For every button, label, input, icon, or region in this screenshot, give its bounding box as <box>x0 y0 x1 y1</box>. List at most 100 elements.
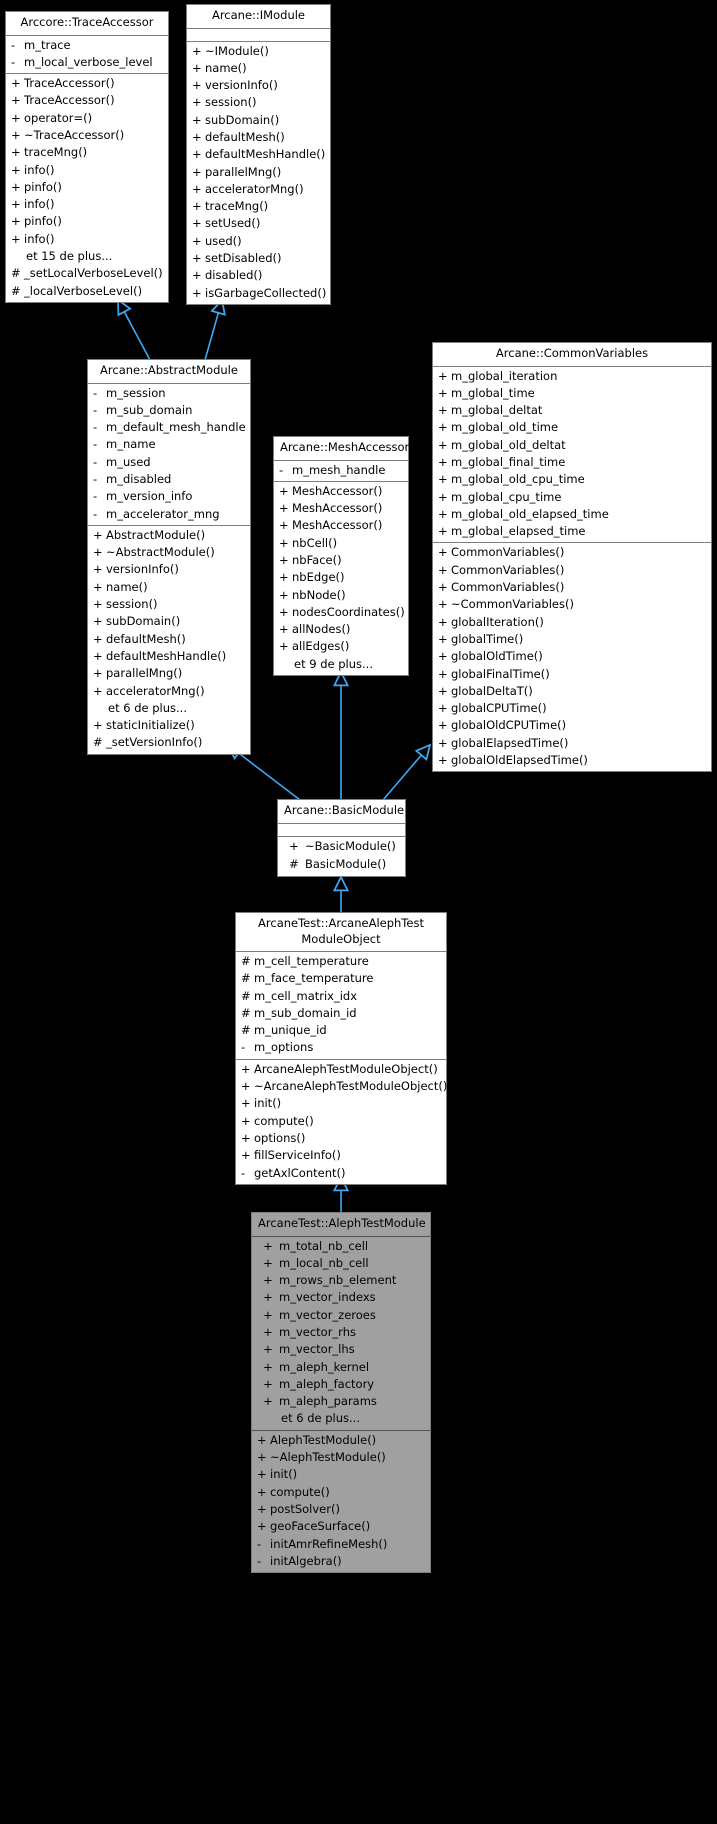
member-name: getAxlContent() <box>254 1165 346 1180</box>
member-row: - m_name <box>88 436 250 453</box>
member-row: + globalDeltaT() <box>433 683 711 700</box>
class-box-abstract-module[interactable]: Arcane::AbstractModule - m_session - m_sub_… <box>87 359 251 755</box>
visibility-marker: + <box>263 1324 273 1339</box>
member-name: m_global_old_deltat <box>451 437 566 452</box>
member-row: - m_mesh_handle <box>274 462 408 479</box>
visibility-marker: + <box>438 489 448 504</box>
member-row: + globalTime() <box>433 631 711 648</box>
member-row: + defaultMesh() <box>88 631 250 648</box>
member-row: + session() <box>88 596 250 613</box>
visibility-marker: + <box>279 587 289 602</box>
visibility-marker: + <box>241 1096 251 1111</box>
visibility-marker: # <box>93 735 103 750</box>
member-row: + ~BasicModule() <box>278 838 405 856</box>
member-row: + MeshAccessor() <box>274 483 408 500</box>
member-name: ~AlephTestModule() <box>270 1450 386 1465</box>
member-name: defaultMesh() <box>205 129 285 144</box>
member-name: info() <box>24 231 55 246</box>
member-row: + CommonVariables() <box>433 562 711 579</box>
member-row: + nbCell() <box>274 535 408 552</box>
member-name: m_global_old_time <box>451 420 559 435</box>
visibility-marker: + <box>11 231 21 246</box>
member-name: globalOldCPUTime() <box>451 718 567 733</box>
member-row: + MeshAccessor() <box>274 500 408 517</box>
visibility-marker: + <box>192 199 202 214</box>
class-box-imodule[interactable]: Arcane::IModule + ~IModule() + name() + versi… <box>186 4 331 305</box>
member-row: + m_aleph_kernel <box>252 1359 430 1376</box>
operations-section: + TraceAccessor() + TraceAccessor() + operato… <box>6 73 168 302</box>
visibility-marker: + <box>11 145 21 160</box>
visibility-marker: + <box>192 60 202 75</box>
member-name: et 6 de plus... <box>281 1411 360 1426</box>
member-row: + nodesCoordinates() <box>274 604 408 621</box>
member-row: + info() <box>6 196 168 213</box>
visibility-marker: + <box>279 535 289 550</box>
member-name: m_aleph_params <box>279 1394 377 1409</box>
member-name: globalFinalTime() <box>451 666 550 681</box>
attributes-section <box>187 27 330 41</box>
visibility-marker: + <box>438 614 448 629</box>
member-row: + fillServiceInfo() <box>236 1147 446 1164</box>
visibility-marker: + <box>438 420 448 435</box>
class-box-basic-module[interactable]: Arcane::BasicModule + ~BasicModule() # Basi… <box>277 799 406 877</box>
visibility-marker: + <box>257 1432 267 1447</box>
member-row: + ~CommonVariables() <box>433 596 711 613</box>
member-row: + info() <box>6 231 168 248</box>
member-row: + subDomain() <box>88 613 250 630</box>
visibility-marker: - <box>11 54 16 69</box>
member-row: + info() <box>6 162 168 179</box>
member-name: allNodes() <box>292 622 351 637</box>
member-name: m_version_info <box>106 489 193 504</box>
member-row: + traceMng() <box>6 144 168 161</box>
visibility-marker: - <box>93 471 98 486</box>
member-row: + versionInfo() <box>187 77 330 94</box>
member-row: et 6 de plus... <box>88 700 250 717</box>
class-box-module-object[interactable]: ArcaneTest::ArcaneAlephTest ModuleObject… <box>235 912 447 1185</box>
member-row: # BasicModule() <box>278 856 405 874</box>
visibility-marker: + <box>289 838 299 853</box>
member-name: BasicModule() <box>305 856 387 871</box>
member-name: m_local_verbose_level <box>24 54 153 69</box>
member-name: m_sub_domain_id <box>254 1005 357 1020</box>
visibility-marker: + <box>192 181 202 196</box>
visibility-marker: + <box>257 1501 267 1516</box>
member-row: + globalCPUTime() <box>433 700 711 717</box>
member-row: + defaultMeshHandle() <box>88 648 250 665</box>
class-box-common-variables[interactable]: Arcane::CommonVariables + m_global_iterat… <box>432 342 712 773</box>
member-name: parallelMng() <box>106 666 183 681</box>
visibility-marker: + <box>192 43 202 58</box>
member-row: + MeshAccessor() <box>274 517 408 534</box>
member-name: ~AbstractModule() <box>106 545 215 560</box>
visibility-marker: + <box>93 527 103 542</box>
visibility-marker: + <box>192 285 202 300</box>
member-row: - initAmrRefineMesh() <box>252 1536 430 1553</box>
visibility-marker: + <box>438 718 448 733</box>
member-row: + init() <box>236 1095 446 1112</box>
member-name: m_global_final_time <box>451 454 566 469</box>
member-name: pinfo() <box>24 214 62 229</box>
visibility-marker: + <box>263 1238 273 1253</box>
member-row: + globalFinalTime() <box>433 666 711 683</box>
visibility-marker: + <box>11 162 21 177</box>
member-name: TraceAccessor() <box>24 76 115 91</box>
member-name: m_rows_nb_element <box>279 1273 397 1288</box>
visibility-marker: + <box>279 639 289 654</box>
member-row: + init() <box>252 1466 430 1483</box>
member-row: # m_face_temperature <box>236 970 446 987</box>
visibility-marker: + <box>438 631 448 646</box>
member-row: + AlephTestModule() <box>252 1432 430 1449</box>
member-row: + used() <box>187 233 330 250</box>
operations-section: + MeshAccessor() + MeshAccessor() + MeshAcces… <box>274 480 408 675</box>
member-name: globalOldTime() <box>451 649 543 664</box>
visibility-marker: + <box>438 666 448 681</box>
class-box-mesh-accessor[interactable]: Arcane::MeshAccessor - m_mesh_handle + Mes… <box>273 436 409 677</box>
visibility-marker: + <box>192 129 202 144</box>
member-name: AlephTestModule() <box>270 1432 377 1447</box>
class-box-trace-accessor[interactable]: Arccore::TraceAccessor - m_trace - m_local_… <box>5 11 169 303</box>
member-row: + AbstractModule() <box>88 527 250 544</box>
visibility-marker: + <box>192 164 202 179</box>
class-box-aleph-test-module[interactable]: ArcaneTest::AlephTestModule + m_total_nb_… <box>251 1212 431 1574</box>
member-row: + postSolver() <box>252 1501 430 1518</box>
visibility-marker: + <box>93 718 103 733</box>
member-name: MeshAccessor() <box>292 501 383 516</box>
